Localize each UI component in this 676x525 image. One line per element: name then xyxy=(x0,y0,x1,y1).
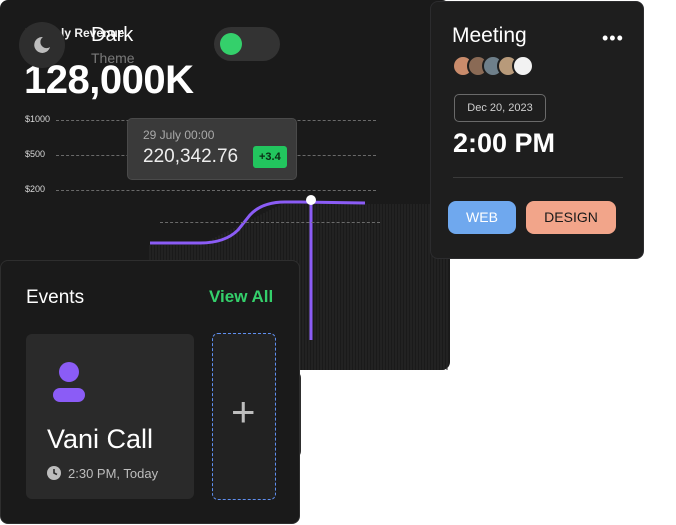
plus-icon: + xyxy=(231,388,256,435)
person-icon xyxy=(53,362,85,409)
avatar xyxy=(512,55,534,77)
tooltip-change-badge: +3.4 xyxy=(253,146,287,168)
tooltip-date: 29 July 00:00 xyxy=(143,128,215,142)
dark-theme-toggle[interactable] xyxy=(214,27,280,61)
gridline xyxy=(160,222,380,223)
meeting-card: Meeting ••• Dec 20, 2023 2:00 PM WEB DES… xyxy=(430,1,644,259)
meeting-title: Meeting xyxy=(452,24,527,47)
gridline xyxy=(56,190,376,191)
theme-label: Dark xyxy=(91,24,134,46)
events-title: Events xyxy=(26,287,85,308)
y-tick-label: $1000 xyxy=(25,114,51,124)
y-tick-label: $500 xyxy=(25,149,46,159)
more-dots-icon[interactable]: ••• xyxy=(602,28,624,49)
event-time: 2:30 PM, Today xyxy=(68,466,159,481)
theme-sublabel: Theme xyxy=(91,50,135,66)
chart-cursor-point xyxy=(306,195,316,205)
clock-icon xyxy=(47,466,61,485)
meeting-time: 2:00 PM xyxy=(453,128,556,158)
events-card: Events View All Vani Call 2:30 PM, Today… xyxy=(0,260,300,524)
event-item[interactable]: Vani Call 2:30 PM, Today xyxy=(26,334,194,499)
moon-icon xyxy=(19,22,65,68)
add-event-button[interactable]: + xyxy=(212,333,276,500)
tooltip-value: 220,342.76 xyxy=(143,146,239,167)
tag-web[interactable]: WEB xyxy=(448,201,516,234)
y-tick-label: $200 xyxy=(25,184,46,194)
divider xyxy=(453,177,623,178)
view-all-link[interactable]: View All xyxy=(209,287,273,307)
event-name: Vani Call xyxy=(47,424,154,454)
meeting-date: Dec 20, 2023 xyxy=(454,94,546,122)
toggle-knob xyxy=(220,33,242,55)
tag-design[interactable]: DESIGN xyxy=(526,201,616,234)
chart-tooltip: 29 July 00:00 220,342.76 +3.4 xyxy=(127,118,297,180)
